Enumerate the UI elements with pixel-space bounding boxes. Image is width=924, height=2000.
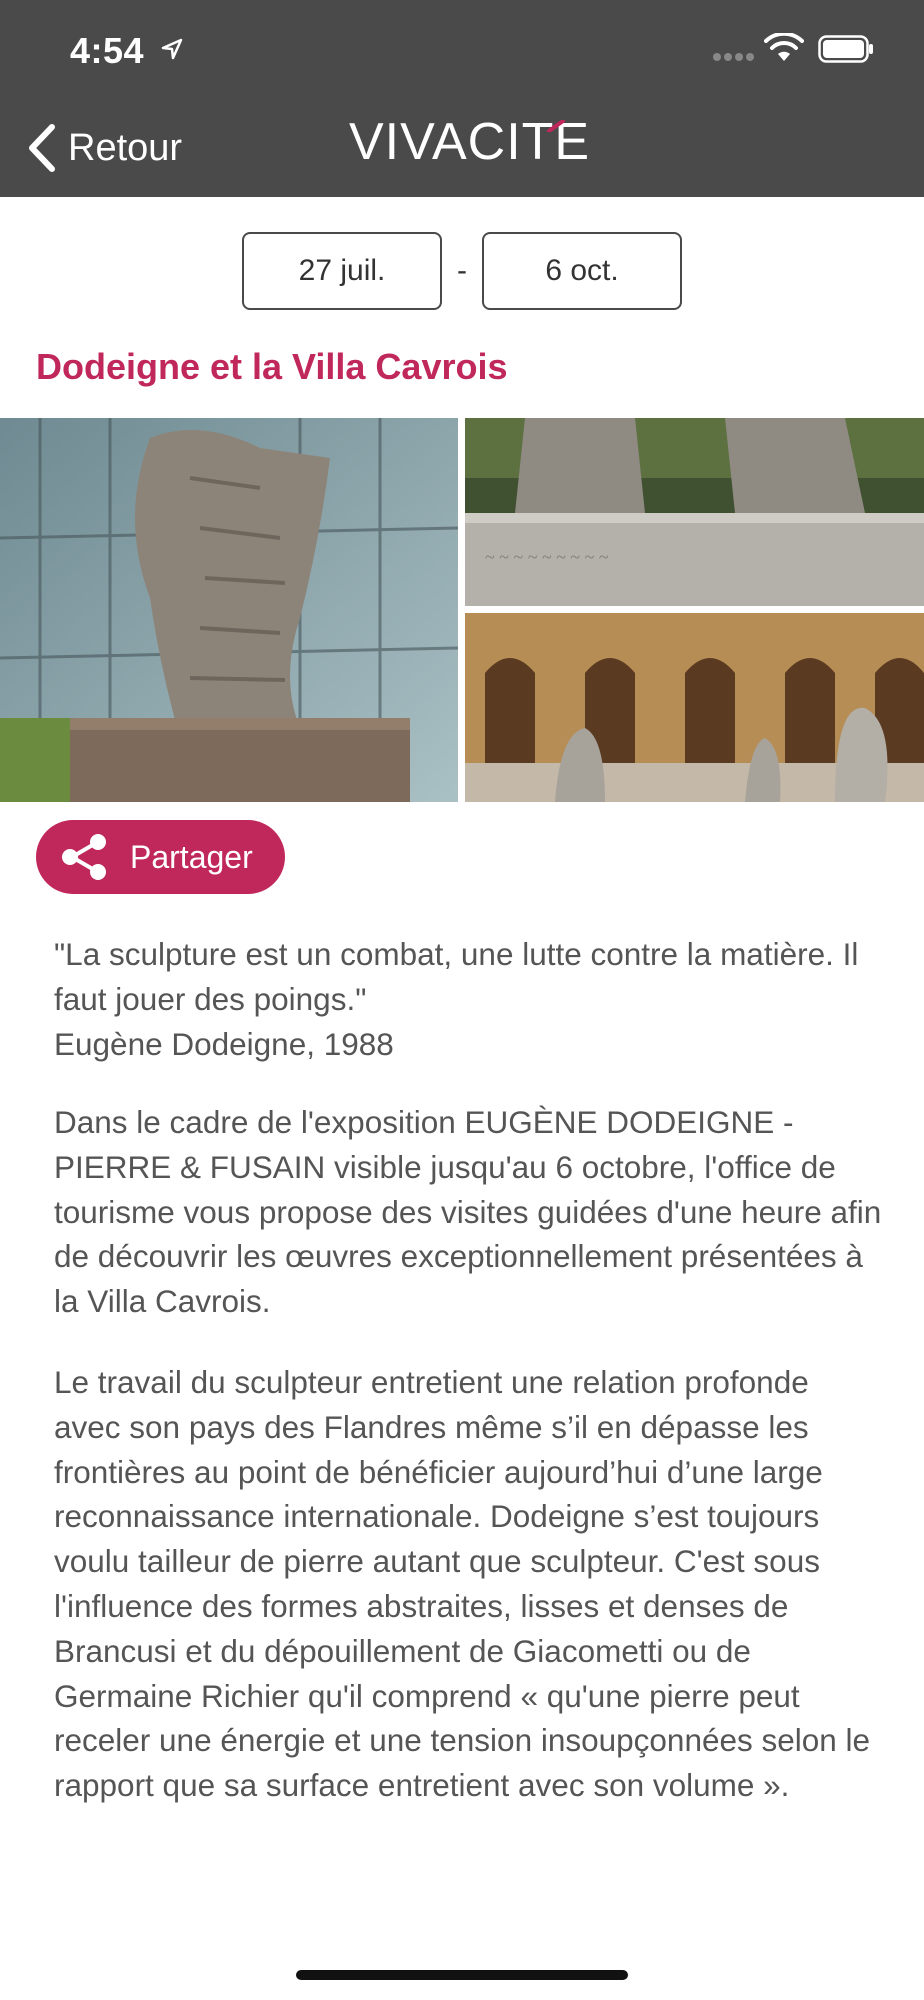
event-photo-collage: ~ ~ ~ ~ ~ ~ ~ ~ ~ bbox=[0, 418, 924, 802]
event-title: Dodeigne et la Villa Cavrois bbox=[36, 346, 508, 387]
date-start[interactable]: 27 juil. bbox=[242, 232, 442, 310]
wifi-icon bbox=[764, 33, 804, 61]
back-label: Retour bbox=[68, 126, 183, 169]
description-paragraph: Dans le cadre de l'exposition EUGÈNE DOD… bbox=[54, 1104, 882, 1320]
share-icon bbox=[62, 834, 106, 880]
date-range: 27 juil. - 6 oct. bbox=[0, 232, 924, 310]
sculpture-photo-left bbox=[0, 418, 458, 802]
battery-icon bbox=[818, 35, 873, 63]
engraving: ~ ~ ~ ~ ~ ~ ~ ~ ~ bbox=[485, 547, 609, 567]
sculpture-photo-top-right: ~ ~ ~ ~ ~ ~ ~ ~ ~ bbox=[465, 418, 924, 606]
date-separator: - bbox=[457, 254, 467, 287]
home-indicator[interactable] bbox=[296, 1970, 628, 1980]
share-label: Partager bbox=[130, 838, 253, 875]
logo-accent-mark bbox=[547, 120, 565, 132]
top-bar: 4:54 Retour VIVACITE bbox=[0, 0, 924, 197]
quote-block: "La sculpture est un combat, une lutte c… bbox=[54, 932, 884, 1066]
location-arrow-icon bbox=[161, 38, 183, 60]
back-button[interactable]: Retour bbox=[26, 120, 182, 176]
quote-text: "La sculpture est un combat, une lutte c… bbox=[54, 936, 859, 1017]
quote-author: Eugène Dodeigne, 1988 bbox=[54, 1025, 394, 1062]
signal-icon bbox=[713, 53, 754, 61]
date-end[interactable]: 6 oct. bbox=[482, 232, 682, 310]
chevron-left-icon bbox=[29, 124, 55, 172]
status-time: 4:54 bbox=[70, 30, 145, 71]
share-button[interactable]: Partager bbox=[36, 820, 285, 894]
description-paragraph: Le travail du sculpteur entretient une r… bbox=[54, 1364, 871, 1804]
sculpture-photo-bottom-right bbox=[465, 613, 924, 802]
